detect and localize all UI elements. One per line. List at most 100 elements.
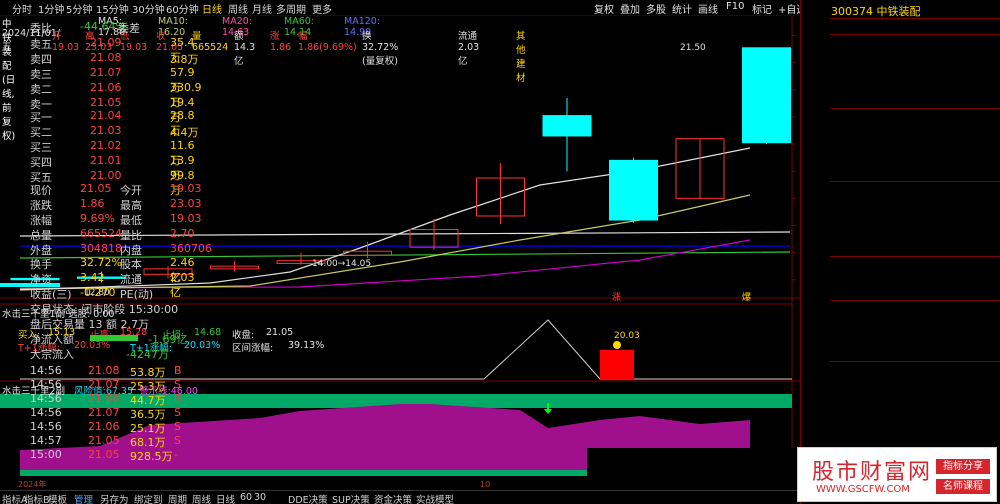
bottom-tab-6[interactable]: 周期 bbox=[168, 492, 187, 504]
candle-body bbox=[542, 115, 592, 137]
stock-code: 300374 中铁装配 bbox=[831, 5, 921, 18]
bid-label: 买三 bbox=[30, 141, 52, 154]
bottom-tab-5[interactable]: 绑定到 bbox=[134, 492, 163, 504]
quote-label2: 量比 bbox=[120, 229, 142, 242]
net-inflow-label: 净流入额 bbox=[30, 333, 74, 346]
tick-time: 14:57 bbox=[30, 434, 62, 447]
close-stat-value: 21.05 bbox=[266, 327, 294, 338]
quote2-row: 换手 32.72% 股本 2.46亿 bbox=[30, 256, 200, 284]
bottom-tab-3[interactable]: 管理 bbox=[74, 492, 93, 504]
net-inflow-value: -1.69亿 bbox=[148, 333, 188, 346]
ask-price: 21.07 bbox=[90, 66, 122, 79]
app-window: 分时 1分钟 5分钟 15分钟 30分钟 60分钟 日线 周线 月线 多周期 更多 复权 叠加 多股 统计画… bbox=[0, 0, 1000, 504]
panel-separator bbox=[830, 18, 1000, 19]
close-stat-label: 收盘: bbox=[232, 330, 255, 341]
big-inflow-value: -4247万 bbox=[126, 348, 169, 361]
quote-row: 涨幅 9.69% 最低 19.03 bbox=[30, 212, 202, 227]
sub1-marker: 20.03 bbox=[614, 331, 640, 341]
bottom-tab-12[interactable]: SUP决策 bbox=[332, 492, 370, 504]
sub2-mask bbox=[587, 448, 797, 490]
bid-label: 买四 bbox=[30, 156, 52, 169]
ask-row: 卖三 21.07 57.9万 bbox=[30, 66, 200, 94]
bid-label: 买二 bbox=[30, 126, 52, 139]
bottom-tab-14[interactable]: 实战模型 bbox=[416, 492, 454, 504]
watermark-tag1[interactable]: 指标分享 bbox=[936, 459, 990, 474]
trade-status: 交易状态: 闭市阶段 15:30:00 bbox=[30, 303, 179, 316]
range-annotation: 14.00→14.05 bbox=[312, 259, 371, 269]
ask-price: 21.08 bbox=[90, 51, 122, 64]
bottom-tab-1[interactable]: 指标B bbox=[24, 492, 50, 504]
tick-side: B bbox=[174, 364, 182, 377]
after-row: 盘后交易量 13 额 2.7万 bbox=[30, 316, 200, 331]
quote2-value2: - bbox=[170, 286, 174, 299]
tick-time: 14:56 bbox=[30, 392, 62, 405]
sub1-signal-bar bbox=[600, 350, 634, 380]
tick-row: 15:00 21.05 928.5万 - bbox=[30, 448, 200, 463]
quote2-value: 3.42 bbox=[80, 271, 105, 284]
quote-value: 21.05 bbox=[80, 182, 112, 195]
bottom-tab-10[interactable]: 30 bbox=[254, 492, 266, 503]
quote-label: 现价 bbox=[30, 184, 52, 197]
bid-price: 21.00 bbox=[90, 169, 122, 182]
bottom-tab-bar: 指标A 指标B 模板 管理 另存为 绑定到 周期 周线 日线 60 30 DDE决策 SUP决策 资金决策… bbox=[0, 490, 800, 504]
watermark-tag2[interactable]: 名师课程 bbox=[936, 479, 990, 494]
bottom-tab-4[interactable]: 另存为 bbox=[100, 492, 129, 504]
quote-row: 现价 21.05 今开 19.03 bbox=[30, 182, 202, 197]
bottom-tab-8[interactable]: 日线 bbox=[216, 492, 235, 504]
bottom-tab-7[interactable]: 周线 bbox=[192, 492, 211, 504]
quote2-label: 换手 bbox=[30, 258, 52, 271]
ask-row: 卖一 21.05 19.4万 bbox=[30, 96, 200, 124]
ask-price: 21.09 bbox=[90, 36, 122, 49]
tick-side: S bbox=[174, 378, 181, 391]
tick-side: - bbox=[174, 448, 178, 461]
quote-value: 665524 bbox=[80, 227, 122, 240]
tick-price: 21.08 bbox=[88, 392, 120, 405]
bid-price: 21.03 bbox=[90, 124, 122, 137]
quote2-value: 32.72% bbox=[80, 256, 122, 269]
inflow-row: 净流入额 -1.69亿 bbox=[30, 331, 200, 346]
quote-value2: 2.70 bbox=[170, 227, 195, 240]
tick-side: S bbox=[174, 434, 181, 447]
quote-value2: 19.03 bbox=[170, 182, 202, 195]
bid-price: 21.01 bbox=[90, 154, 122, 167]
quote-value2: 23.03 bbox=[170, 197, 202, 210]
tick-price: 21.07 bbox=[88, 406, 120, 419]
tick-price: 21.08 bbox=[88, 364, 120, 377]
bottom-tab-9[interactable]: 60 bbox=[240, 492, 252, 503]
ask-label: 卖四 bbox=[30, 53, 52, 66]
smile-icon bbox=[613, 341, 621, 349]
tick-volume: 928.5万 bbox=[130, 450, 173, 463]
wecha-label: 委差 bbox=[118, 22, 140, 35]
tick-price: 21.05 bbox=[88, 448, 120, 461]
x-label: 2024年 bbox=[18, 479, 46, 489]
tick-row: 14:57 21.05 68.1万 S bbox=[30, 434, 200, 449]
bid-row: 买二 21.03 4.4万 bbox=[30, 124, 200, 139]
candle-body bbox=[742, 47, 791, 144]
status-row: 交易状态: 闭市阶段 15:30:00 bbox=[30, 301, 200, 316]
quote2-label: 净资 bbox=[30, 273, 52, 286]
bottom-tab-11[interactable]: DDE决策 bbox=[288, 492, 328, 504]
panel-separator bbox=[830, 256, 1000, 257]
ask-label: 卖三 bbox=[30, 68, 52, 81]
quote-value: 9.69% bbox=[80, 212, 115, 225]
ask-volume: 3.8万 bbox=[170, 53, 199, 66]
tick-time: 14:56 bbox=[30, 420, 62, 433]
quote2-label2: 股本 bbox=[120, 258, 142, 271]
quote2-label2: 流通 bbox=[120, 273, 142, 286]
quote-label: 总量 bbox=[30, 229, 52, 242]
quote2-label2: PE(动) bbox=[120, 288, 154, 301]
ask-row: 卖二 21.06 330.9万 bbox=[30, 81, 202, 109]
net-inflow-bar bbox=[90, 335, 138, 341]
bottom-tab-2[interactable]: 模板 bbox=[48, 492, 67, 504]
bid-price: 21.02 bbox=[90, 139, 122, 152]
bid-volume: 4.4万 bbox=[170, 126, 199, 139]
quote-panel: 300374 中铁装配 bbox=[800, 0, 1000, 504]
bottom-tab-13[interactable]: 资金决策 bbox=[374, 492, 412, 504]
tick-price: 21.07 bbox=[88, 378, 120, 391]
ask-label: 卖五 bbox=[30, 38, 52, 51]
tick-time: 14:56 bbox=[30, 378, 62, 391]
bid-row: 买三 21.02 11.6万 bbox=[30, 139, 200, 167]
high-annotation: 21.50 bbox=[680, 43, 706, 53]
ask-label: 卖二 bbox=[30, 83, 52, 96]
quote-value2: 360706 bbox=[170, 242, 212, 255]
